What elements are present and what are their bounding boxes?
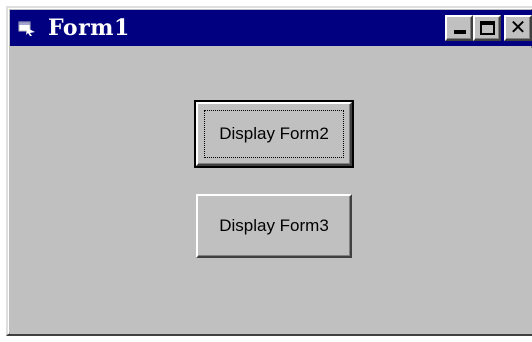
close-button[interactable]: ✕ — [504, 15, 532, 41]
display-form3-label: Display Form3 — [219, 216, 329, 235]
maximize-icon — [479, 21, 495, 35]
window-title: Form1 — [48, 15, 130, 41]
form-client-area: Display Form2 Display Form3 — [10, 48, 532, 334]
display-form2-label: Display Form2 — [219, 124, 329, 143]
close-icon: ✕ — [509, 15, 527, 39]
display-form3-button[interactable]: Display Form3 — [196, 194, 352, 258]
minimize-button[interactable] — [445, 15, 473, 41]
window-controls: ✕ — [445, 15, 532, 41]
maximize-button[interactable] — [473, 15, 501, 41]
minimize-icon — [454, 30, 466, 34]
form-icon[interactable] — [16, 17, 38, 39]
display-form2-button[interactable]: Display Form2 — [194, 100, 354, 168]
title-bar[interactable]: Form1 ✕ — [10, 10, 532, 46]
form1-window: Form1 ✕ Display Form2 Display Form3 — [6, 6, 532, 336]
